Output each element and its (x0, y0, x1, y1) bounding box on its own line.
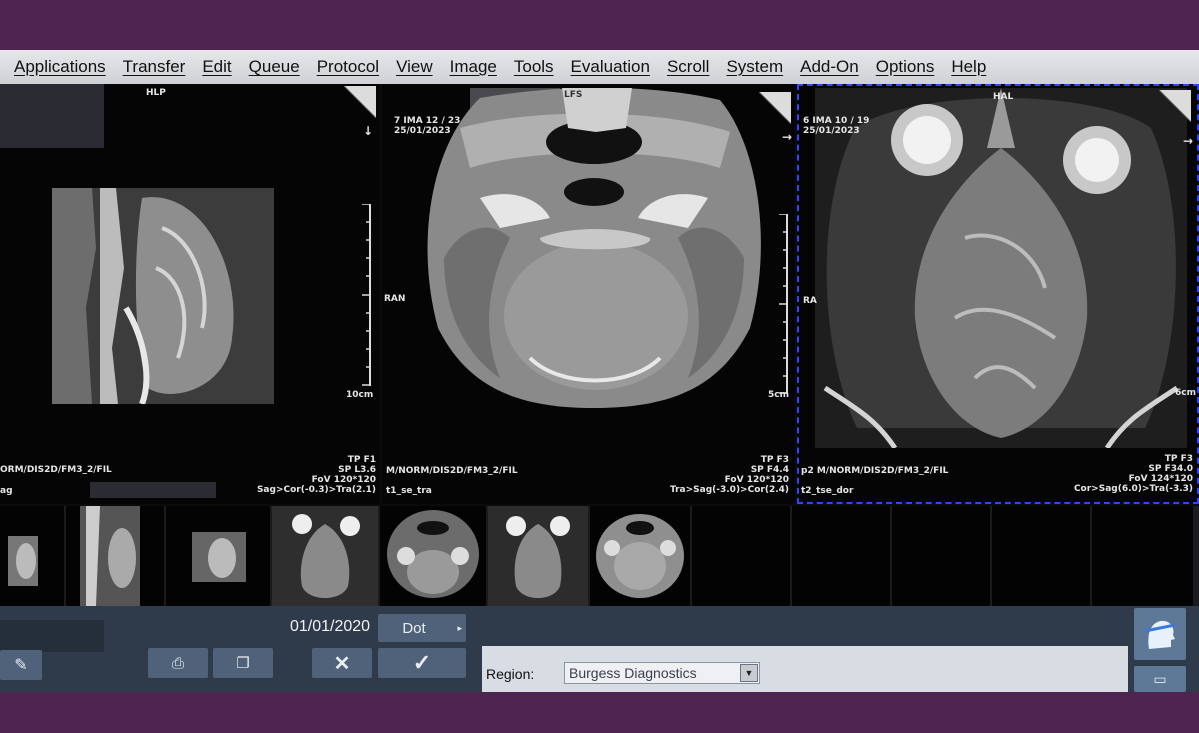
menu-tools[interactable]: Tools (514, 57, 554, 77)
viewport-coronal-t2-selected[interactable]: HAL 6 IMA 10 / 19 25/01/2023 RA → 6cm TP … (797, 84, 1199, 504)
thumbnail-series[interactable] (590, 506, 690, 606)
thumbnail-empty[interactable] (1092, 506, 1193, 606)
tool-icon: ▭ (1153, 670, 1167, 687)
thumbnail-series[interactable] (0, 506, 64, 606)
printer-icon: ⎙ (171, 654, 184, 672)
orientation-top-label: HLP (146, 88, 166, 98)
patient-date: 01/01/2020 (290, 618, 371, 635)
menu-edit[interactable]: Edit (202, 57, 231, 77)
thumbnail-empty[interactable] (692, 506, 790, 606)
dot-button-label: Dot (402, 619, 426, 637)
arrow-right-icon: → (1183, 134, 1194, 148)
region-bar: Region: Burgess Diagnostics ▼ (482, 646, 1128, 692)
menu-queue[interactable]: Queue (249, 57, 300, 77)
confirm-button[interactable]: ✓ (378, 648, 466, 678)
copy-button[interactable]: ❐ (213, 648, 273, 678)
menu-view[interactable]: View (396, 57, 433, 77)
menu-transfer[interactable]: Transfer (123, 57, 186, 77)
scale-label: 6cm (1175, 388, 1196, 398)
viewport-sagittal[interactable]: HLP ↓ 10cm TP F1 SP L3.6 FoV 120*120 Sag>Co… (0, 84, 380, 504)
series-info: ORM/DIS2D/FM3_2/FIL (0, 465, 112, 475)
menu-help[interactable]: Help (951, 57, 986, 77)
image-header: 6 IMA 10 / 19 25/01/2023 (803, 116, 870, 136)
thumbnail-empty[interactable] (992, 506, 1090, 606)
thumbnail-strip (0, 506, 1199, 606)
orientation-left-label: RA (803, 296, 817, 306)
monitor-frame-bottom (0, 692, 1199, 733)
close-icon: ✕ (333, 652, 351, 675)
secondary-tool-button[interactable]: ▭ (1134, 666, 1186, 692)
menu-bar: Applications Transfer Edit Queue Protoco… (0, 50, 1199, 84)
redacted-area (0, 620, 104, 652)
orientation-left-label: RAN (384, 294, 406, 304)
sequence-info: TP F3 SP F4.4 FoV 120*120 Tra>Sag(-3.0)>Cor… (669, 455, 789, 495)
menu-add-on[interactable]: Add-On (800, 57, 859, 77)
redacted-area (90, 482, 216, 498)
menu-evaluation[interactable]: Evaluation (571, 57, 650, 77)
menu-image[interactable]: Image (450, 57, 497, 77)
orientation-top-label: LFS (564, 90, 583, 100)
thumbnail-series[interactable] (272, 506, 378, 606)
orientation-top-label: HAL (993, 92, 1014, 102)
scale-label: 5cm (768, 390, 789, 400)
menu-protocol[interactable]: Protocol (317, 57, 379, 77)
thumbnail-series[interactable] (166, 506, 270, 606)
arrow-down-icon: ↓ (363, 124, 374, 138)
corner-fold-icon[interactable] (344, 86, 376, 118)
thumbnail-series[interactable] (380, 506, 486, 606)
series-info: p2 M/NORM/DIS2D/FM3_2/FIL (801, 466, 949, 476)
copy-icon: ❐ (236, 655, 250, 672)
mri-image-axial-t1 (427, 88, 761, 408)
sequence-info: TP F3 SP F34.0 FoV 124*120 Cor>Sag(6.0)>Tra… (1073, 454, 1193, 494)
viewport-axial-t1[interactable]: 7 IMA 12 / 23 25/01/2023 LFS RAN → 5cm T… (382, 84, 795, 504)
region-dropdown-value: Burgess Diagnostics (569, 665, 697, 681)
corner-fold-icon[interactable] (1159, 90, 1191, 122)
mri-viewer-screen: Applications Transfer Edit Queue Protoco… (0, 50, 1199, 692)
menu-options[interactable]: Options (876, 57, 935, 77)
mri-image-sagittal (52, 188, 274, 404)
print-button[interactable]: ⎙ (148, 648, 208, 678)
menu-applications[interactable]: Applications (14, 57, 106, 77)
control-panel: 01/01/2020 Dot ▸ ✎ ⎙ ❐ ✕ ✓ Region: Burge… (0, 606, 1199, 692)
pen-tool-button[interactable]: ✎ (0, 650, 42, 680)
measurement-scale (362, 204, 371, 386)
measurement-scale (779, 214, 788, 394)
thumbnail-series[interactable] (488, 506, 588, 606)
chevron-down-icon[interactable]: ▼ (740, 664, 758, 682)
checkmark-icon: ✓ (412, 650, 432, 675)
mri-image-coronal-t2 (815, 88, 1187, 448)
corner-fold-icon[interactable] (759, 92, 791, 124)
cancel-button[interactable]: ✕ (312, 648, 372, 678)
head-profile-icon (1144, 620, 1176, 649)
dot-button[interactable]: Dot ▸ (378, 614, 466, 642)
redacted-area (0, 84, 104, 148)
series-info: M/NORM/DIS2D/FM3_2/FIL (386, 466, 518, 476)
scale-label: 10cm (346, 390, 374, 400)
pen-icon: ✎ (14, 657, 28, 674)
series-name: ag (0, 486, 13, 496)
region-dropdown[interactable]: Burgess Diagnostics ▼ (564, 662, 760, 684)
arrow-right-icon: → (782, 130, 793, 144)
series-name: t2_tse_dor (801, 486, 854, 496)
thumbnail-empty[interactable] (892, 506, 990, 606)
monitor-frame-top (0, 0, 1199, 50)
thumbnail-series[interactable] (66, 506, 164, 606)
chevron-right-icon: ▸ (457, 622, 462, 633)
menu-system[interactable]: System (726, 57, 783, 77)
head-scan-button[interactable] (1134, 608, 1186, 660)
thumbnail-empty[interactable] (792, 506, 890, 606)
series-name: t1_se_tra (386, 486, 432, 496)
region-label: Region: (486, 666, 535, 682)
sequence-info: TP F1 SP L3.6 FoV 120*120 Sag>Cor(-0.3)>Tra… (256, 455, 376, 495)
menu-scroll[interactable]: Scroll (667, 57, 710, 77)
